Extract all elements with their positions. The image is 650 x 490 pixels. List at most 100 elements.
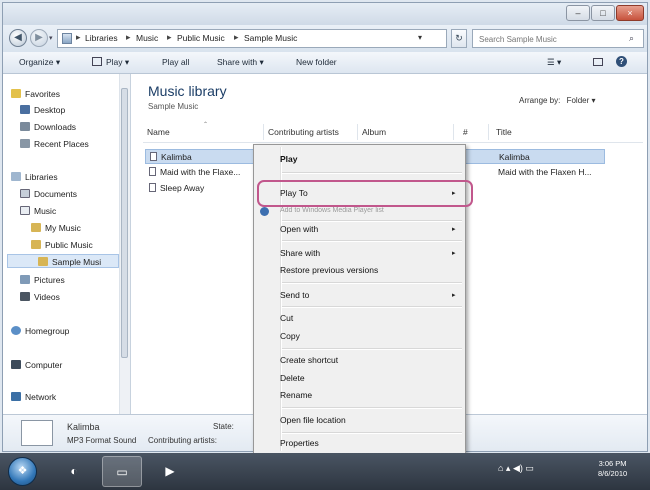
star-icon [11, 89, 21, 98]
music-file-icon [149, 183, 156, 192]
taskbar: ❖ ◐ ▭ ▶ ⌂ ▴ ◀) ▭ 3:06 PM 8/6/2010 [0, 453, 650, 490]
menu-separator [282, 306, 462, 308]
menu-item-cut[interactable]: Cut [280, 313, 293, 323]
view-options-icon[interactable]: ☰ ▾ [547, 57, 561, 68]
clock[interactable]: 3:06 PM 8/6/2010 [598, 459, 627, 479]
search-box[interactable]: ⌕ [472, 29, 644, 48]
menu-item-create-shortcut[interactable]: Create shortcut [280, 355, 338, 365]
column-divider[interactable] [357, 124, 358, 140]
column-header-name[interactable]: Name [147, 127, 170, 137]
nav-scrollbar-thumb[interactable] [121, 88, 128, 358]
maximize-button[interactable]: □ [591, 5, 615, 21]
share-with-button[interactable]: Share with ▾ [217, 57, 264, 68]
nav-scrollbar[interactable] [119, 74, 130, 414]
menu-item-open-with[interactable]: Open with [280, 224, 318, 234]
nav-label: Music [34, 206, 57, 216]
help-icon[interactable]: ? [616, 56, 627, 67]
nav-network[interactable]: Network [11, 390, 56, 404]
breadcrumb-separator[interactable]: ▸ [126, 32, 131, 43]
arrange-by-dropdown[interactable]: Folder ▾ [567, 96, 596, 105]
menu-item-open-file-location[interactable]: Open file location [280, 415, 346, 425]
search-icon[interactable]: ⌕ [629, 33, 634, 44]
command-bar: Organize ▾ Play ▾ Play all Share with ▾ … [3, 52, 647, 74]
new-folder-button[interactable]: New folder [296, 57, 337, 67]
menu-separator [282, 348, 462, 350]
start-button[interactable]: ❖ [8, 457, 37, 486]
play-button[interactable]: Play ▾ [106, 57, 129, 68]
nav-libraries[interactable]: Libraries [11, 170, 58, 184]
nav-label: Documents [34, 189, 77, 199]
menu-item-add-to-list[interactable]: Add to Windows Media Player list [280, 207, 384, 214]
recent-pages-chevron-icon[interactable]: ▾ [49, 34, 53, 42]
menu-item-share-with[interactable]: Share with [280, 248, 320, 258]
column-divider[interactable] [488, 124, 489, 140]
minimize-button[interactable]: – [566, 5, 590, 21]
nav-recent-places[interactable]: Recent Places [20, 137, 89, 151]
details-file-name: Kalimba [67, 422, 100, 432]
nav-favorites[interactable]: Favorites [11, 87, 60, 101]
menu-separator [282, 432, 462, 434]
menu-item-delete[interactable]: Delete [280, 373, 305, 383]
nav-label: Computer [25, 360, 63, 370]
nav-downloads[interactable]: Downloads [20, 120, 76, 134]
column-header-contributing-artists[interactable]: Contributing artists [268, 127, 339, 137]
column-header-album[interactable]: Album [362, 127, 386, 137]
breadcrumb-public-music[interactable]: Public Music [177, 33, 225, 43]
nav-pictures[interactable]: Pictures [20, 273, 65, 287]
play-icon[interactable] [92, 57, 102, 66]
taskbar-explorer-icon[interactable]: ▭ [102, 456, 142, 487]
taskbar-media-player-icon[interactable]: ◐ [54, 456, 94, 487]
menu-item-send-to[interactable]: Send to [280, 290, 309, 300]
file-name-cell: Sleep Away [149, 181, 204, 196]
folder-icon [38, 257, 48, 266]
breadcrumb-separator[interactable]: ▸ [234, 32, 239, 43]
menu-separator [282, 282, 462, 284]
address-bar[interactable]: ▸ Libraries ▸ Music ▸ Public Music ▸ Sam… [57, 29, 447, 48]
close-button[interactable]: × [616, 5, 644, 21]
column-divider[interactable] [453, 124, 454, 140]
organize-button[interactable]: Organize ▾ [19, 57, 60, 68]
search-input[interactable] [477, 32, 631, 47]
forward-button[interactable]: ▶ [30, 29, 48, 47]
nav-videos[interactable]: Videos [20, 290, 60, 304]
menu-item-restore-previous-versions[interactable]: Restore previous versions [280, 265, 378, 275]
nav-computer[interactable]: Computer [11, 358, 62, 372]
folder-icon [31, 223, 41, 232]
column-header-track-number[interactable]: # [463, 127, 468, 137]
media-player-icon [260, 207, 269, 216]
menu-item-copy[interactable]: Copy [280, 331, 300, 341]
taskbar-media-center-icon[interactable]: ▶ [150, 456, 190, 487]
breadcrumb-libraries[interactable]: Libraries [85, 33, 118, 43]
menu-separator [282, 240, 462, 242]
breadcrumb-sample-music[interactable]: Sample Music [244, 33, 297, 43]
nav-sample-music[interactable]: Sample Musi [7, 254, 119, 268]
music-icon [20, 206, 30, 215]
column-divider[interactable] [263, 124, 264, 140]
preview-pane-icon[interactable] [593, 58, 603, 66]
clock-date: 8/6/2010 [598, 469, 628, 478]
refresh-button[interactable]: ↻ [451, 29, 467, 48]
nav-desktop[interactable]: Desktop [20, 103, 65, 117]
file-name: Maid with the Flaxe... [160, 167, 241, 177]
address-dropdown-icon[interactable]: ▾ [418, 33, 422, 42]
homegroup-icon [11, 326, 21, 335]
menu-item-properties[interactable]: Properties [280, 438, 319, 448]
nav-music[interactable]: Music [20, 204, 56, 218]
folder-icon [31, 240, 41, 249]
breadcrumb-music[interactable]: Music [136, 33, 158, 43]
back-button[interactable]: ◀ [9, 29, 27, 47]
column-header-title[interactable]: Title [496, 127, 512, 137]
breadcrumb-separator[interactable]: ▸ [167, 32, 172, 43]
nav-public-music[interactable]: Public Music [31, 238, 93, 252]
nav-homegroup[interactable]: Homegroup [11, 324, 69, 338]
nav-my-music[interactable]: My Music [31, 221, 81, 235]
menu-item-rename[interactable]: Rename [280, 390, 312, 400]
nav-documents[interactable]: Documents [20, 187, 77, 201]
title-bar[interactable]: – □ × [3, 3, 647, 25]
nav-label: Downloads [34, 122, 77, 132]
menu-item-play[interactable]: Play [280, 154, 298, 164]
clock-time: 3:06 PM [598, 459, 627, 468]
system-tray[interactable]: ⌂ ▴ ◀) ▭ [498, 463, 534, 474]
desktop-icon [20, 105, 30, 114]
play-all-button[interactable]: Play all [162, 57, 189, 67]
